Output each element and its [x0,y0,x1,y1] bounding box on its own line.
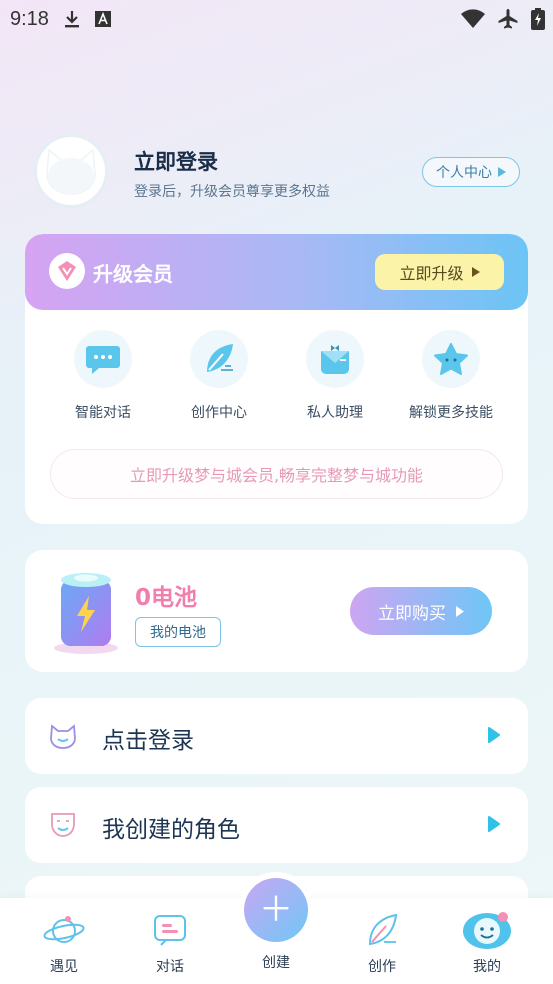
member-features: 智能对话 创作中心 私人助理 解锁更多技能 [25,330,528,430]
battery-card: 0电池 我的电池 立即购买 [25,550,528,672]
nav-label: 我的 [473,959,501,975]
nav-create-works[interactable]: 创作 [342,908,422,976]
smiley-icon [447,908,527,952]
feature-label: 智能对话 [75,405,131,421]
feature-smart-chat[interactable]: 智能对话 [45,330,161,422]
chat-icon [74,330,132,388]
upgrade-now-label: 立即升级 [399,264,464,283]
row-label: 点击登录 [102,728,194,754]
create-button[interactable]: ＋ [244,878,308,942]
nav-label: 遇见 [50,959,78,975]
play-arrow-icon [498,167,506,177]
buy-now-label: 立即购买 [378,603,446,624]
feature-label: 解锁更多技能 [409,405,493,421]
message-icon [130,908,210,952]
buy-now-button[interactable]: 立即购买 [350,587,492,635]
planet-icon [24,908,104,952]
leaf-icon [342,908,422,952]
feature-label: 私人助理 [307,405,363,421]
status-time: 9:18 [10,7,49,30]
battery-charging-icon [531,8,545,35]
mask-icon [49,811,77,839]
star-icon [422,330,480,388]
nav-meet[interactable]: 遇见 [24,908,104,976]
play-arrow-icon [471,267,480,277]
personal-center-button[interactable]: 个人中心 [422,157,520,187]
row-label: 我创建的角色 [102,817,240,843]
feature-label: 创作中心 [191,405,247,421]
feature-unlock-skills[interactable]: 解锁更多技能 [393,330,509,422]
feature-private-assistant[interactable]: 私人助理 [277,330,393,422]
feature-creation-center[interactable]: 创作中心 [161,330,277,422]
member-header: 升级会员 立即升级 [25,234,528,310]
nav-label: 创建 [262,955,290,971]
battery-count: 0电池 [135,585,198,611]
vip-badge-icon [49,253,85,289]
font-icon [94,11,111,27]
battery-illustration-icon [51,566,121,656]
play-arrow-icon [488,816,500,836]
status-bar: 9:18 [0,0,553,38]
login-subtitle: 登录后，升级会员尊享更多权益 [134,184,330,200]
play-arrow-icon [488,727,500,747]
cat-face-icon [49,722,77,750]
leaf-pen-icon [190,330,248,388]
member-card: 升级会员 立即升级 智能对话 创作中心 私人助理 解锁更多技能 立即升级梦与城会… [25,234,528,524]
cat-avatar-icon [46,148,96,195]
nav-chat[interactable]: 对话 [130,908,210,976]
play-arrow-icon [456,605,464,617]
my-characters-row[interactable]: 我创建的角色 [25,787,528,863]
avatar[interactable] [34,134,108,208]
login-row[interactable]: 点击登录 [25,698,528,774]
wifi-icon [461,9,485,34]
login-title[interactable]: 立即登录 [134,146,218,176]
download-icon [63,9,81,29]
upgrade-now-button[interactable]: 立即升级 [375,254,504,290]
personal-center-label: 个人中心 [436,165,492,181]
butler-icon [306,330,364,388]
airplane-icon [497,8,519,35]
my-battery-button[interactable]: 我的电池 [135,617,221,647]
nav-label: 创作 [368,959,396,975]
member-title: 升级会员 [93,262,173,286]
profile-header: 立即登录 登录后，升级会员尊享更多权益 个人中心 [34,134,524,214]
nav-label: 对话 [156,959,184,975]
member-promo-banner[interactable]: 立即升级梦与城会员,畅享完整梦与城功能 [50,449,503,499]
nav-mine[interactable]: 我的 [447,908,527,976]
plus-icon: ＋ [259,890,293,930]
